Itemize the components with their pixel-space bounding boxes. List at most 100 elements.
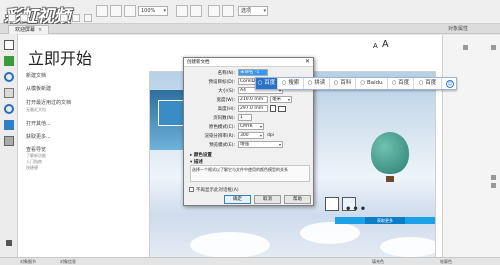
ime-item-label: 百科 <box>340 80 352 86</box>
height-label: 高度(H): <box>217 107 235 112</box>
ime-item-pinyin[interactable]: ○ 拼读 <box>304 78 330 89</box>
main-toolbar: 彩虹视频 100% ▾ 选项 ▾ <box>0 0 500 27</box>
panel-close-icon[interactable] <box>491 45 496 50</box>
snap-select[interactable]: 选项 ▾ <box>238 6 268 16</box>
app-icon-row <box>325 196 435 212</box>
panel-scroll-icon[interactable] <box>491 175 496 180</box>
app-icon[interactable] <box>325 197 339 211</box>
open-button[interactable] <box>110 5 122 17</box>
recent-documents-link[interactable]: 打开最近用过的文档 <box>26 99 71 106</box>
color-mode-select[interactable]: CMYK ▾ <box>238 123 264 130</box>
ime-item-baidu-en[interactable]: ○ Baidu <box>356 78 388 89</box>
get-more-link[interactable]: 获取更多... <box>26 133 51 140</box>
help-button[interactable]: 帮助 <box>284 195 311 204</box>
chevron-down-icon: ▾ <box>259 124 262 129</box>
ime-item-label: 搜索 <box>288 80 300 86</box>
balloon-illustration <box>371 132 409 174</box>
arrow-tool-icon[interactable] <box>8 14 16 22</box>
expand-icon[interactable] <box>6 240 12 246</box>
resolution-select[interactable]: 300 ▾ <box>238 132 264 139</box>
status-outline: 轮廓色 <box>440 259 452 264</box>
grid-icon[interactable] <box>60 14 68 22</box>
landscape-icon[interactable] <box>278 106 286 112</box>
font-increase-button[interactable]: A <box>382 39 389 50</box>
banner-get-more-button[interactable]: 获取更多 <box>365 217 405 224</box>
portrait-icon[interactable] <box>270 105 276 112</box>
chevron-down-icon: ▾ <box>278 142 281 147</box>
pick-tool-icon[interactable] <box>4 40 14 50</box>
tour-link[interactable]: 查看导览 <box>26 146 46 153</box>
document-tabs: 欢迎屏幕 × 对象属性 <box>0 24 500 34</box>
document-tool-icon[interactable] <box>4 88 14 98</box>
ime-item-label: Baidu <box>366 80 383 86</box>
pages-stepper[interactable]: 1 <box>238 114 252 121</box>
ime-item-label: 拼读 <box>314 80 326 86</box>
more-icon[interactable]: ••• <box>345 204 367 215</box>
cloud-shape <box>300 222 360 244</box>
color-mode-label: 原色模式(C): <box>208 125 235 130</box>
dialog-title: 创建新文档 <box>187 60 210 65</box>
panel-scroll-icon[interactable] <box>491 183 496 188</box>
tips-tool-icon[interactable] <box>4 120 14 130</box>
font-decrease-button[interactable]: A <box>373 43 378 50</box>
help-tool-icon[interactable] <box>4 104 14 114</box>
preview-mode-select[interactable]: 增强 ▾ <box>238 141 283 148</box>
ruler-icon[interactable] <box>72 14 80 22</box>
new-document-link[interactable]: 新建文档 <box>26 72 46 79</box>
name-field[interactable]: 未命名 -1 <box>238 69 268 76</box>
open-other-link[interactable]: 打开其他... <box>26 120 51 127</box>
recent-doc-item[interactable]: 无最近文档 <box>26 107 46 113</box>
balloon-basket <box>386 176 394 182</box>
smile-icon[interactable]: ☺ <box>446 80 454 88</box>
tab-welcome-label: 欢迎屏幕 <box>15 27 36 33</box>
undo-button[interactable] <box>176 5 188 17</box>
right-panel-title: 对象属性 <box>448 26 469 32</box>
preset-label: 预设目标(D): <box>208 80 236 85</box>
new-from-template-link[interactable]: 从模板新建 <box>26 85 51 92</box>
toolbox <box>0 34 18 257</box>
unit-value: 毫米 <box>272 97 281 102</box>
status-object-info: 对象信息 <box>60 259 76 264</box>
ime-item-search[interactable]: ○ 搜索 <box>278 78 304 89</box>
shape-tool-icon[interactable] <box>20 14 28 22</box>
checkbox-icon[interactable] <box>189 187 194 192</box>
color-mode-value: CMYK <box>240 124 253 129</box>
new-doc-tool-icon[interactable] <box>4 56 14 66</box>
tab-welcome[interactable]: 欢迎屏幕 × <box>8 25 50 34</box>
dialog-titlebar: 创建新文档 ✕ <box>184 58 313 67</box>
layout-tool-icon[interactable] <box>4 136 14 146</box>
new-doc-button[interactable] <box>96 5 108 17</box>
guides-icon[interactable] <box>84 14 92 22</box>
height-field[interactable]: 297.0 mm <box>238 105 268 112</box>
export-button[interactable] <box>222 5 234 17</box>
resolution-label: 渲染分辨率(R): <box>204 134 235 139</box>
color-settings-toggle[interactable]: ▸ 颜色设置 <box>190 152 212 158</box>
ime-item-baike[interactable]: ○ 百科 <box>330 78 356 89</box>
unit-select[interactable]: 毫米 ▾ <box>270 96 292 103</box>
dont-show-checkbox[interactable]: 不再显示此对话框(A) <box>189 187 239 193</box>
tour-sub-item[interactable]: 快捷键 <box>26 165 38 171</box>
zoom-value: 100% <box>141 8 156 14</box>
resolution-unit: dpi <box>267 133 274 138</box>
ime-item-baidu-3[interactable]: ○ 百度 <box>414 78 442 89</box>
color-settings-label: 颜色设置 <box>193 153 212 158</box>
close-icon[interactable]: ✕ <box>305 58 310 65</box>
name-label: 名称(N): <box>217 71 235 76</box>
size-label: 大小(S): <box>218 89 235 94</box>
close-icon[interactable]: × <box>38 27 42 33</box>
save-button[interactable] <box>124 5 136 17</box>
info-tool-icon[interactable] <box>4 72 14 82</box>
cancel-button[interactable]: 取消 <box>254 195 281 204</box>
redo-button[interactable] <box>190 5 202 17</box>
ime-item-baidu[interactable]: ○ 百度 <box>256 78 278 89</box>
status-bar: 对象细节 对象信息 填充色 轮廓色 <box>0 257 500 265</box>
import-button[interactable] <box>208 5 220 17</box>
ok-button[interactable]: 确定 <box>224 195 251 204</box>
width-field[interactable]: 210.0 mm <box>238 96 268 103</box>
zoom-select[interactable]: 100% ▾ <box>138 6 168 16</box>
page-title: 立即开始 <box>28 49 93 68</box>
ime-item-baidu-2[interactable]: ○ 百度 <box>388 78 414 89</box>
ime-toolbar: ○ 百度 ○ 搜索 ○ 拼读 ○ 百科 ○ Baidu ○ 百度 ○ 百度 ☺ <box>255 77 457 90</box>
panel-option-icon[interactable] <box>463 45 468 50</box>
ime-item-label: 百度 <box>425 80 437 86</box>
